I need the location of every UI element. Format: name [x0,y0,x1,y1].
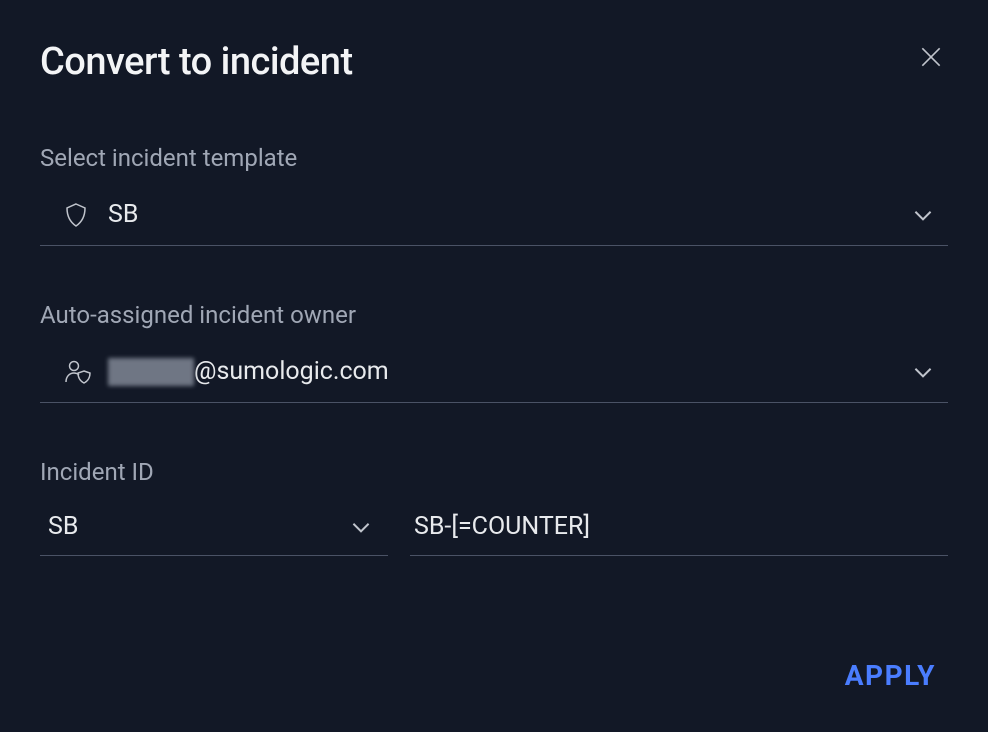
owner-value: @sumologic.com [108,357,910,386]
modal-header: Convert to incident [40,40,948,84]
owner-field: Auto-assigned incident owner @sumologic.… [40,301,948,403]
incident-id-label: Incident ID [40,458,948,486]
incident-id-row: SB [40,504,948,556]
close-icon [918,44,944,70]
incident-id-pattern-input[interactable] [410,504,948,556]
owner-select[interactable]: @sumologic.com [40,347,948,403]
owner-domain: @sumologic.com [194,357,389,386]
shield-icon [64,202,92,228]
owner-label: Auto-assigned incident owner [40,301,948,329]
chevron-down-icon [910,359,944,385]
template-field: Select incident template SB [40,144,948,246]
template-label: Select incident template [40,144,948,172]
incident-id-prefix-select[interactable]: SB [40,504,388,556]
chevron-down-icon [348,514,382,540]
apply-button[interactable]: APPLY [845,659,936,692]
chevron-down-icon [910,202,944,228]
incident-id-field: Incident ID SB [40,458,948,556]
redacted-username [108,358,194,386]
template-value: SB [108,200,910,229]
modal-title: Convert to incident [40,40,353,84]
template-select[interactable]: SB [40,190,948,246]
user-shield-icon [64,359,92,385]
modal-footer: APPLY [40,659,948,702]
convert-to-incident-modal: Convert to incident Select incident temp… [0,0,988,732]
close-button[interactable] [914,40,948,74]
incident-id-prefix-value: SB [48,512,78,541]
